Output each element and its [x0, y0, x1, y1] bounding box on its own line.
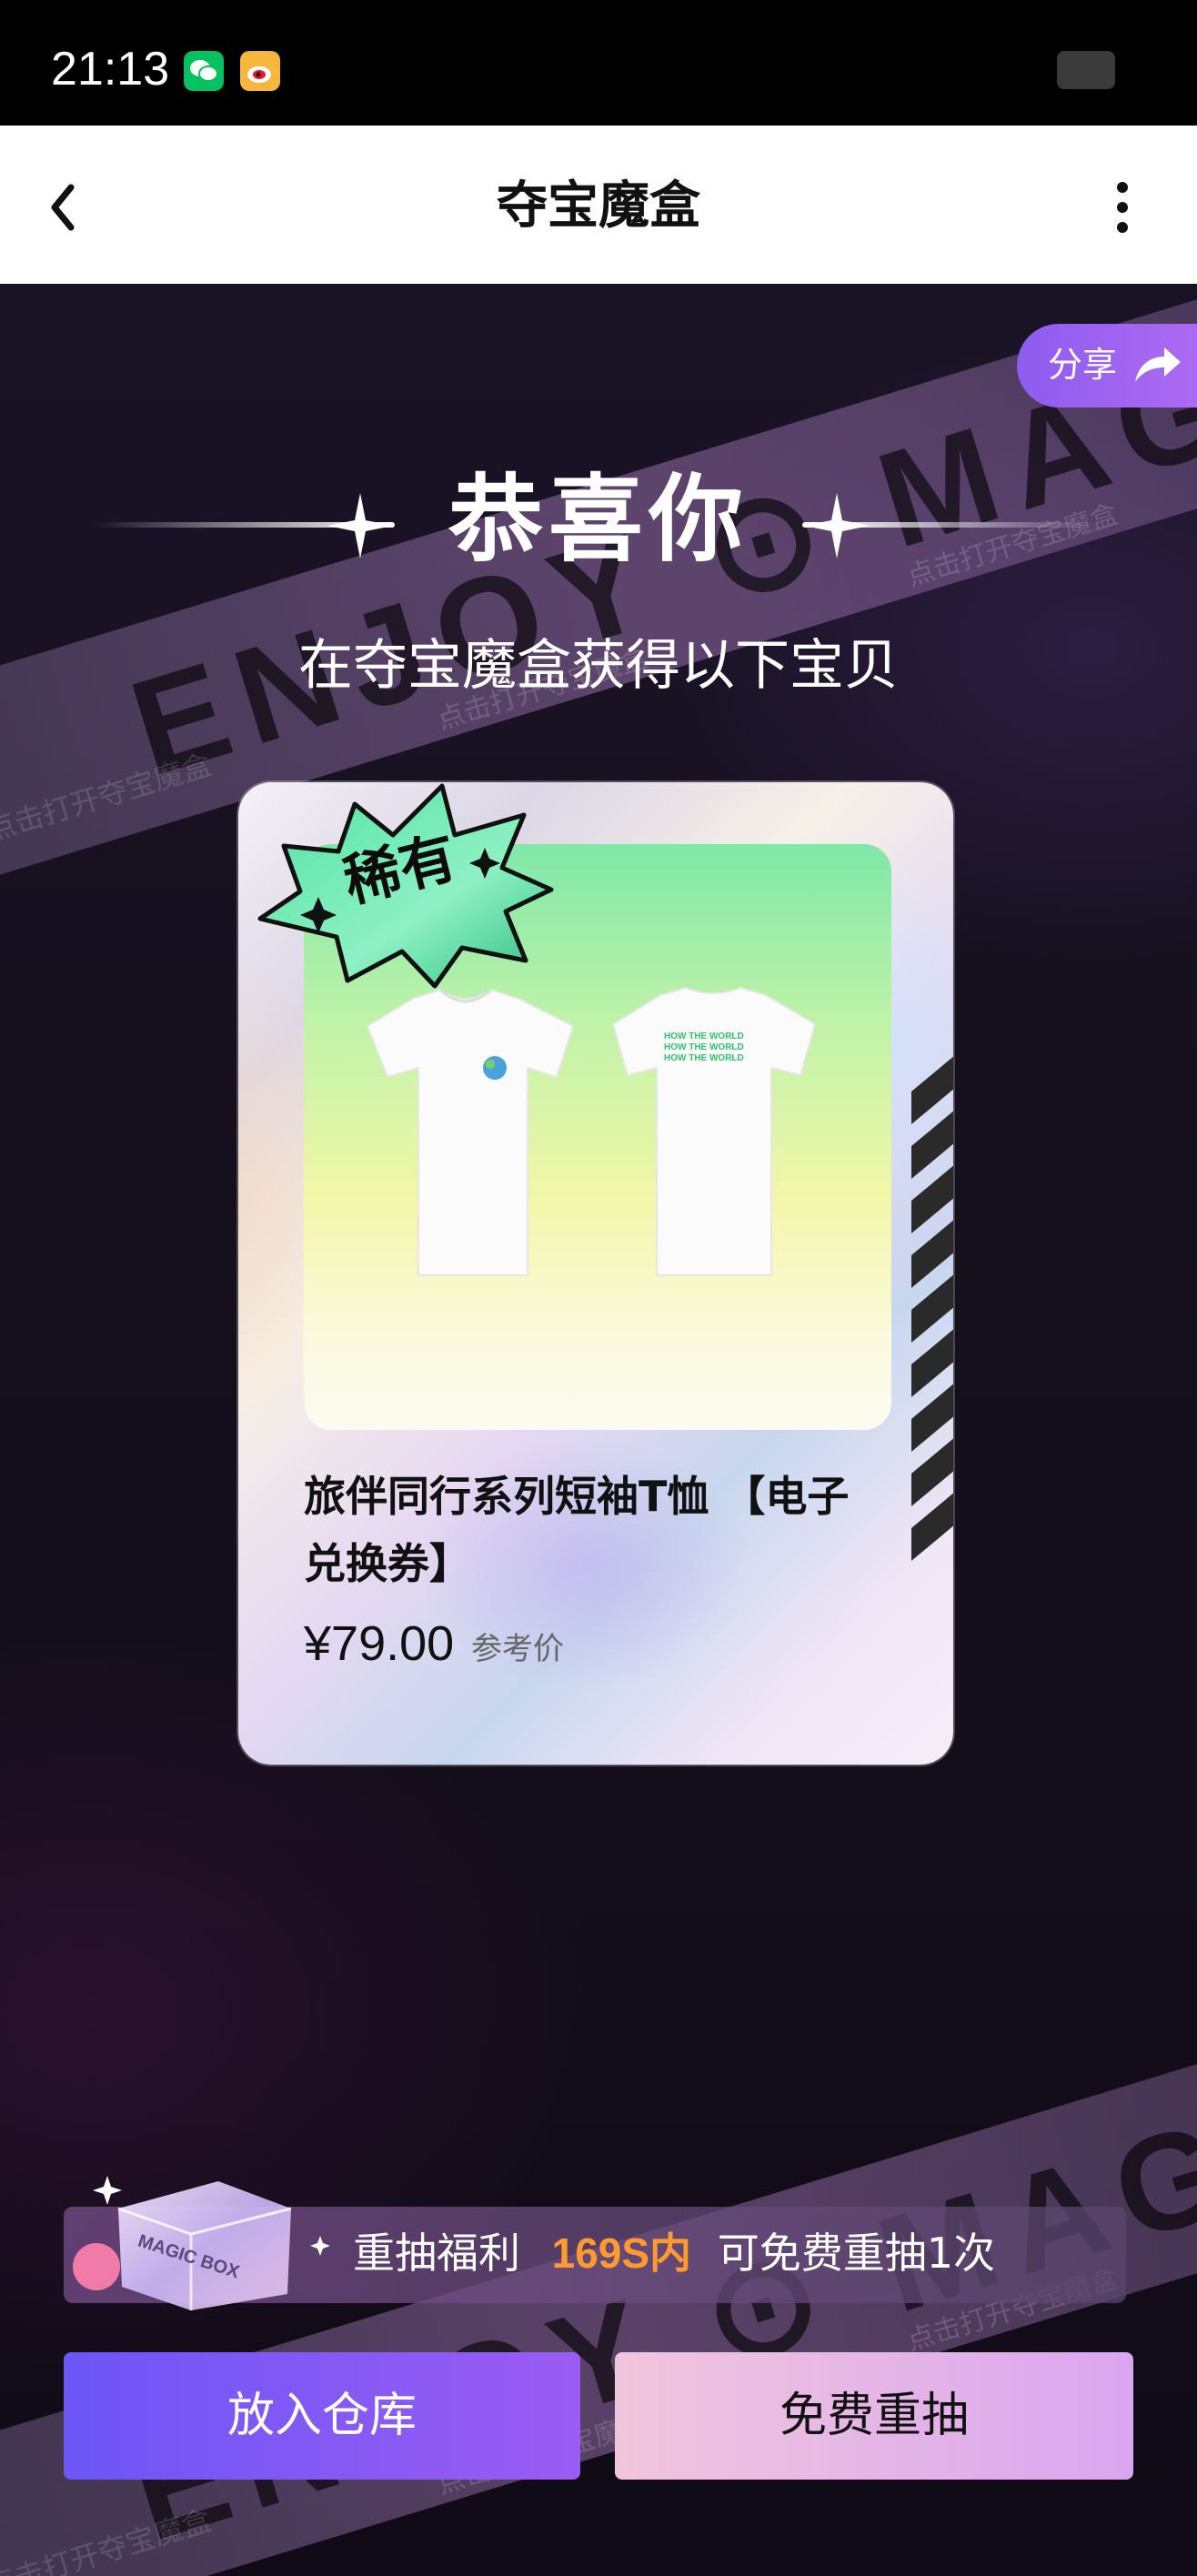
wechat-icon: [184, 51, 224, 91]
status-time: 21:13: [51, 43, 170, 96]
reroll-detail: 可免费重抽1次: [717, 2229, 995, 2278]
free-reroll-button[interactable]: 免费重抽: [615, 2352, 1133, 2480]
reroll-label: 重抽福利: [353, 2229, 520, 2278]
reroll-countdown: 169S内: [551, 2229, 692, 2277]
status-bar: 21:13: [0, 0, 1197, 126]
reroll-text: 重抽福利 169S内 可免费重抽1次: [353, 2221, 995, 2285]
decorative-stripes: [911, 1056, 953, 1561]
product-name: 旅伴同行系列短袖T恤 【电子兑换券】: [304, 1472, 850, 1588]
main-content: ENJOY ⊙ MAGIC BOX 点击打开夺宝魔盒 点击打开夺宝魔盒 ENJO…: [0, 284, 1197, 2576]
shirt-print: HOW THE WORLD: [664, 1031, 744, 1041]
battery-icon: [1057, 51, 1115, 89]
product-price: ¥79.00: [304, 1616, 455, 1671]
magic-box-icon: MAGIC BOX: [73, 2176, 330, 2310]
shirt-print: HOW THE WORLD: [664, 1042, 744, 1052]
share-label: 分享: [1048, 345, 1118, 385]
nav-bar: 夺宝魔盒: [0, 126, 1197, 284]
prize-card[interactable]: HOW THE WORLD HOW THE WORLD HOW THE WORL…: [238, 782, 953, 1765]
more-vertical-icon: [1117, 182, 1128, 233]
put-in-warehouse-button[interactable]: 放入仓库: [64, 2352, 580, 2480]
page-title: 夺宝魔盒: [497, 176, 700, 236]
shirt-print: HOW THE WORLD: [664, 1053, 744, 1063]
share-arrow-icon: [1135, 347, 1181, 382]
congrats-subtitle: 在夺宝魔盒获得以下宝贝: [298, 634, 899, 698]
share-button[interactable]: 分享: [1017, 324, 1197, 408]
weibo-icon: [240, 51, 280, 91]
congrats-title: 恭喜你: [448, 464, 749, 575]
more-button[interactable]: [1088, 162, 1161, 253]
price-note: 参考价: [471, 1631, 564, 1667]
